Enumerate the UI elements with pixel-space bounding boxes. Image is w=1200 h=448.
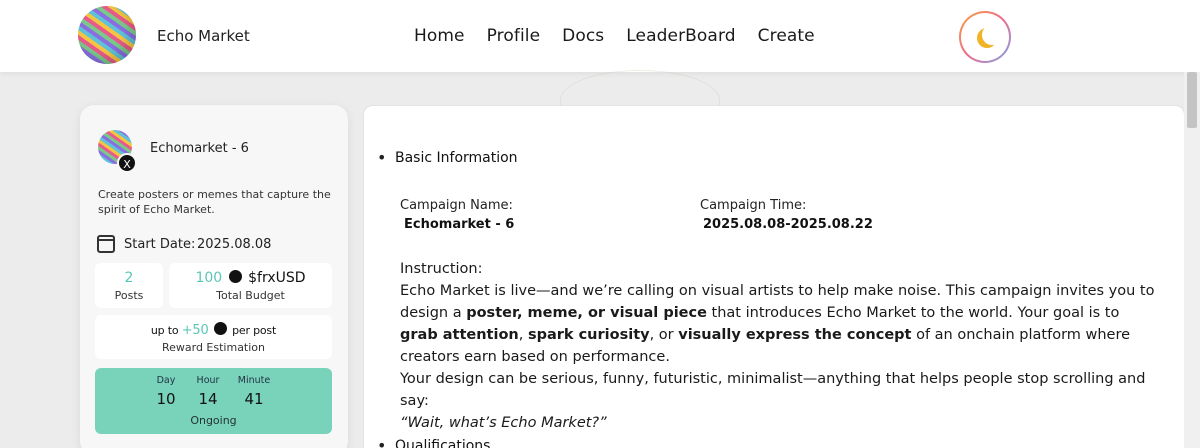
start-date-label: Start Date: — [124, 237, 196, 252]
echo-market-logo[interactable] — [78, 6, 136, 64]
posts-label: Posts — [114, 289, 144, 302]
reward-label: Reward Estimation — [161, 341, 266, 354]
instruction-text: Instruction: Echo Market is live—and we’… — [400, 258, 1160, 434]
campaign-card-title: Echomarket - 6 — [150, 141, 249, 156]
campaign-time-value: 2025.08.08-2025.08.22 — [703, 217, 873, 232]
start-date-value: 2025.08.08 — [197, 237, 272, 252]
timer-day-label: Day — [156, 375, 176, 386]
budget-token: $frxUSD — [248, 270, 306, 286]
reward-prefix: up to — [150, 324, 179, 337]
instruction-quote: “Wait, what’s Echo Market?” — [400, 415, 607, 431]
main-nav: Home Profile Docs LeaderBoard Create — [414, 26, 837, 46]
reward-amount: +50 — [181, 323, 209, 338]
x-icon: X — [117, 153, 137, 173]
bullet-icon: • — [377, 148, 387, 167]
instruction-body: Echo Market is live—and we’re calling on… — [400, 283, 1155, 365]
budget-label: Total Budget — [216, 289, 285, 302]
brand-name[interactable]: Echo Market — [157, 27, 250, 45]
nav-leaderboard[interactable]: LeaderBoard — [626, 26, 735, 46]
section-qualifications: Qualifications — [395, 438, 491, 448]
theme-toggle-button[interactable] — [959, 11, 1011, 63]
timer-minute-label: Minute — [237, 375, 271, 386]
posts-count: 2 — [124, 270, 134, 286]
usd-coin-icon — [213, 322, 227, 335]
bullet-icon: • — [377, 436, 387, 448]
posts-stat: 2 Posts — [95, 263, 163, 308]
timer-hour-label: Hour — [196, 375, 220, 386]
page-scrollbar[interactable] — [1184, 72, 1200, 448]
campaign-details-panel: • Basic Information Campaign Name: Echom… — [363, 105, 1185, 448]
timer-minute-value: 41 — [244, 390, 264, 408]
moon-icon — [982, 25, 1002, 45]
timer-hour: Hour 14 — [188, 375, 228, 408]
nav-home[interactable]: Home — [414, 26, 465, 46]
timer-minute: Minute 41 — [234, 375, 274, 408]
timer-day: Day 10 — [146, 375, 186, 408]
reward-line: up to +50 per post — [95, 322, 332, 338]
campaign-time-label: Campaign Time: — [700, 198, 807, 213]
reward-suffix: per post — [232, 324, 277, 337]
campaign-name-label: Campaign Name: — [400, 198, 513, 213]
budget-stat: 100 $frxUSD Total Budget — [169, 263, 332, 308]
campaign-status: Ongoing — [190, 414, 237, 427]
reward-estimation: up to +50 per post Reward Estimation — [95, 315, 332, 359]
usd-coin-icon — [228, 270, 242, 283]
scrollbar-thumb[interactable] — [1187, 72, 1197, 128]
campaign-name-value: Echomarket - 6 — [404, 217, 515, 232]
budget-amount: 100 $frxUSD — [169, 270, 332, 286]
instruction-body-2: Your design can be serious, funny, futur… — [400, 371, 1146, 409]
campaign-card[interactable]: X Echomarket - 6 Create posters or memes… — [80, 105, 348, 448]
instruction-label: Instruction: — [400, 261, 483, 277]
budget-value: 100 — [195, 270, 223, 286]
nav-docs[interactable]: Docs — [562, 26, 604, 46]
calendar-icon — [97, 235, 115, 253]
nav-create[interactable]: Create — [758, 26, 815, 46]
timer-hour-value: 14 — [198, 390, 218, 408]
nav-profile[interactable]: Profile — [487, 26, 541, 46]
top-navbar: Echo Market Home Profile Docs LeaderBoar… — [0, 0, 1200, 72]
campaign-description: Create posters or memes that capture the… — [98, 188, 331, 216]
timer-day-value: 10 — [156, 390, 176, 408]
section-basic-information: Basic Information — [395, 150, 518, 166]
countdown-timer: Day 10 Hour 14 Minute 41 Ongoing — [95, 368, 332, 434]
